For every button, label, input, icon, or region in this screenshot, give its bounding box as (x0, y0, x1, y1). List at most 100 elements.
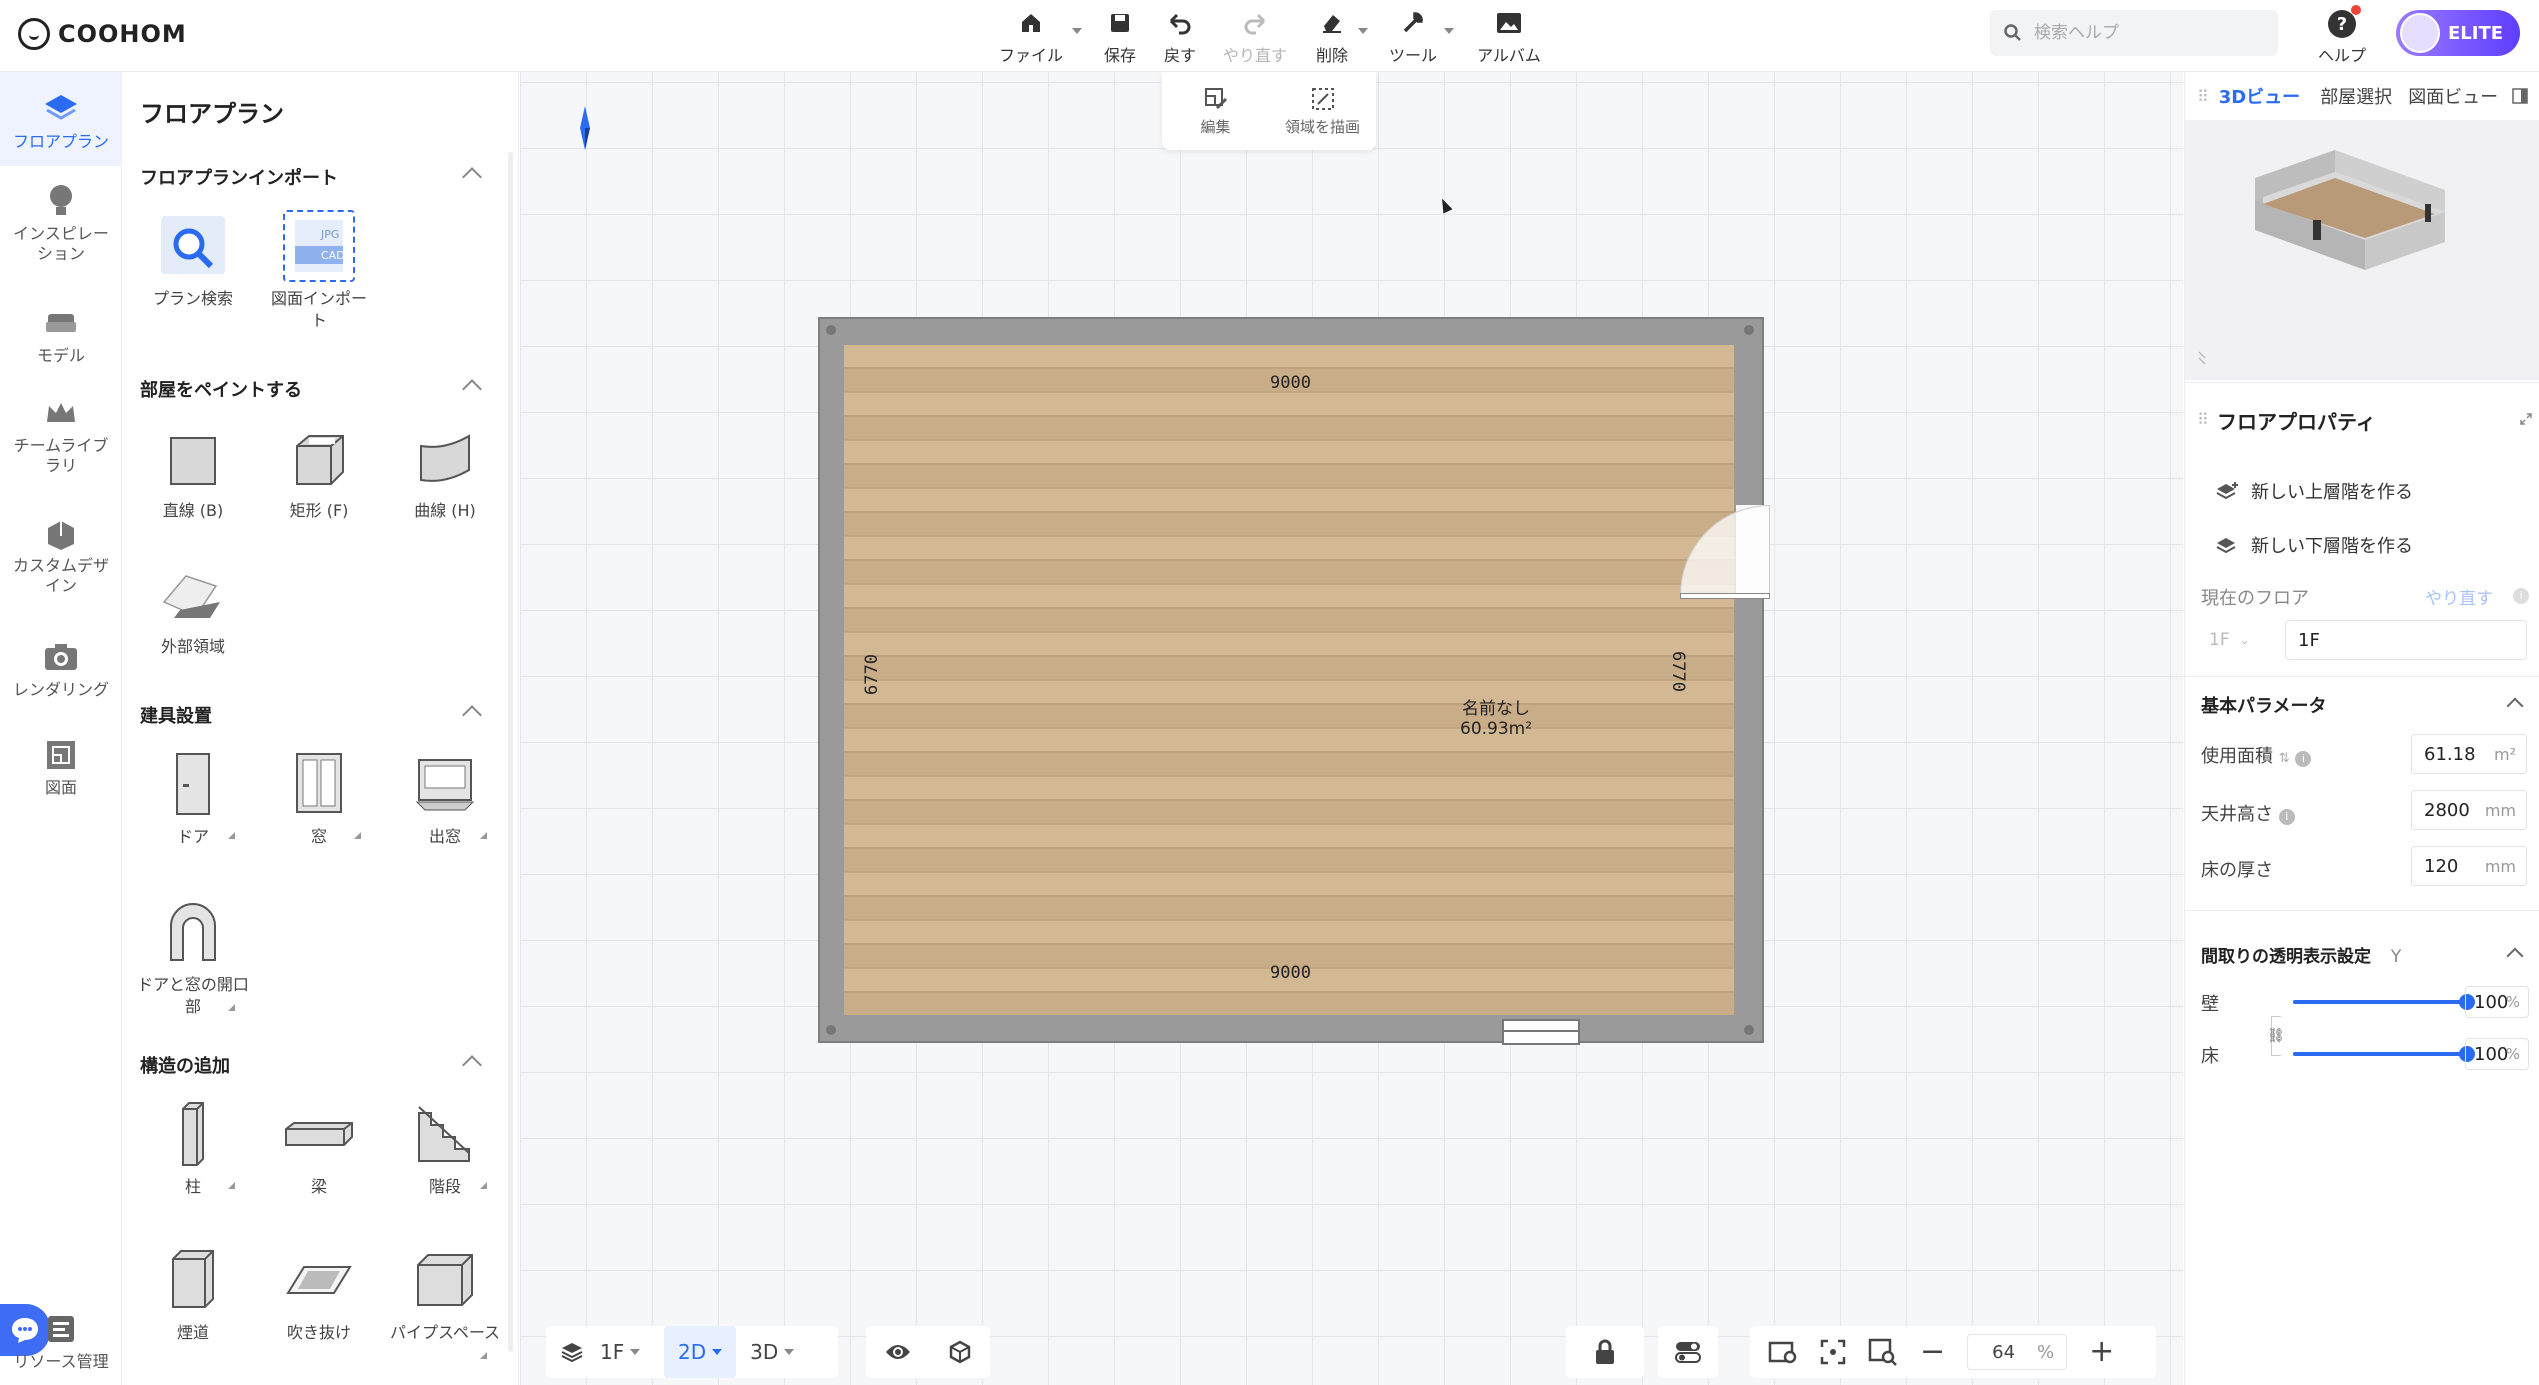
outdoor-area-item[interactable]: 外部領域 (133, 558, 253, 658)
tools-label: ツール (1388, 46, 1437, 65)
room-floor[interactable] (844, 345, 1734, 1015)
collapse-chevron-icon[interactable] (462, 1055, 482, 1075)
wall-transparency-slider[interactable] (2293, 994, 2475, 1010)
stairs-item[interactable]: 階段 (385, 1098, 505, 1198)
wall-corner-handle[interactable] (1744, 1025, 1754, 1035)
drag-handle-icon[interactable]: ⠿ (2197, 410, 2209, 429)
redo-button[interactable]: やり直す (1220, 4, 1290, 66)
flue-item[interactable]: 煙道 (133, 1244, 253, 1344)
wall-corner-handle[interactable] (1744, 325, 1754, 335)
collapse-chevron-icon[interactable] (2506, 697, 2524, 715)
bay-window-item[interactable]: 出窓 (385, 748, 505, 848)
eye-icon[interactable] (884, 1342, 912, 1362)
file-menu-button[interactable]: ファイル (996, 4, 1082, 66)
new-lower-floor-button[interactable]: 新しい下層階を作る (2215, 532, 2413, 558)
compass-icon[interactable] (580, 106, 590, 150)
album-button[interactable]: アルバム (1474, 4, 1544, 66)
door-item[interactable]: ドア (133, 748, 253, 848)
3d-preview[interactable] (2185, 120, 2539, 380)
chevron-down-icon (1072, 28, 1082, 34)
sidebar-item-custom-design[interactable]: カスタムデザイン (0, 514, 122, 596)
tab-drawing-view[interactable]: 図面ビュー (2408, 83, 2498, 109)
tools-menu-button[interactable]: ツール (1388, 4, 1454, 66)
beam-item[interactable]: 梁 (259, 1098, 379, 1198)
search-input[interactable] (2034, 23, 2254, 43)
view-tabs: ⠿ 3Dビュー 部屋選択 図面ビュー (2185, 72, 2539, 120)
floor-transparency-input[interactable]: 100% (2465, 1038, 2529, 1070)
wall-corner-handle[interactable] (826, 325, 836, 335)
zoom-in-button[interactable]: + (2089, 1337, 2114, 1367)
drag-handle-icon[interactable]: ⠿ (2197, 87, 2209, 106)
divider (2185, 910, 2539, 911)
design-canvas[interactable]: 編集 領域を描画 9000 9000 6770 6770 名前なし 60.93m… (520, 72, 2183, 1385)
window-on-wall[interactable] (1502, 1019, 1580, 1045)
delete-button[interactable]: 削除 (1312, 4, 1368, 66)
mouse-cursor-icon (1437, 196, 1453, 214)
floor-selector[interactable]: 1F (546, 1326, 682, 1378)
draw-rect-room-item[interactable]: 矩形 (F) (259, 422, 379, 522)
wall-transparency-input[interactable]: 100% (2465, 986, 2529, 1018)
view-3d-button[interactable]: 3D (736, 1326, 808, 1378)
current-floor-redo[interactable]: やり直す (2425, 584, 2493, 609)
window-item[interactable]: 窓 (259, 748, 379, 848)
edit-button[interactable]: 編集 (1162, 72, 1269, 150)
zoom-region-icon[interactable] (1868, 1338, 1898, 1366)
draw-line-wall-item[interactable]: 直線 (B) (133, 422, 253, 522)
sidebar-item-drawing[interactable]: 図面 (0, 736, 122, 798)
sidebar-item-model[interactable]: モデル (0, 304, 122, 366)
sidebar-item-team-library[interactable]: チームライブラリ (0, 394, 122, 476)
section-title: 構造の追加 (140, 1056, 230, 1077)
zoom-input[interactable]: 64 % (1967, 1334, 2068, 1370)
room-outline[interactable]: 9000 9000 6770 6770 名前なし 60.93m² (818, 317, 1770, 1045)
sidebar-item-rendering[interactable]: レンダリング (0, 638, 122, 700)
catalog-scrollbar[interactable] (508, 152, 513, 1352)
save-button[interactable]: 保存 (1100, 4, 1140, 66)
pipe-space-item[interactable]: パイプスペース (385, 1244, 505, 1359)
straight-wall-icon (157, 422, 229, 494)
more-variants-icon (354, 832, 361, 839)
collapse-chevron-icon[interactable] (462, 705, 482, 725)
view-settings-icon[interactable] (1768, 1339, 1798, 1365)
tab-room-select[interactable]: 部屋選択 (2320, 83, 2392, 109)
undo-button[interactable]: 戻す (1160, 4, 1200, 66)
zoom-out-button[interactable]: − (1920, 1337, 1945, 1367)
floor-name-input[interactable]: 1F (2285, 620, 2527, 660)
tab-3d-view[interactable]: 3Dビュー (2219, 83, 2300, 109)
collapse-chevron-icon[interactable] (462, 167, 482, 187)
logo[interactable]: COOHOM (18, 14, 187, 54)
floor-code-select[interactable]: 1F ⌄ (2201, 620, 2281, 660)
sidebar-item-resource-management[interactable]: リソース管理 (0, 1310, 122, 1372)
dimension-right: 6770 (1668, 651, 1688, 692)
sidebar-item-inspiration[interactable]: インスピレーション (0, 182, 122, 264)
collapse-panel-icon[interactable] (2512, 88, 2528, 104)
lock-button[interactable] (1566, 1326, 1644, 1378)
sidebar-item-floorplan[interactable]: フロアプラン (0, 72, 122, 166)
wall-corner-handle[interactable] (826, 1025, 836, 1035)
drawing-import-item[interactable]: JPG CAD 図面インポート (259, 210, 379, 332)
usable-area-label: 使用面積 ⇅ i (2201, 742, 2312, 768)
link-icon[interactable]: ⛓ (2267, 1028, 2285, 1044)
user-avatar-badge[interactable]: ELITE (2396, 10, 2520, 56)
door-leaf[interactable] (1680, 593, 1770, 599)
help-search[interactable] (1990, 10, 2278, 56)
view-2d-button[interactable]: 2D (664, 1326, 737, 1378)
column-item[interactable]: 柱 (133, 1098, 253, 1198)
draw-curve-wall-item[interactable]: 曲線 (H) (385, 422, 505, 522)
collapse-chevron-icon[interactable] (462, 379, 482, 399)
draw-area-button[interactable]: 領域を描画 (1269, 72, 1376, 150)
ceiling-height-input[interactable]: 2800 mm (2411, 790, 2527, 830)
help-button[interactable]: ? ヘルプ (2312, 4, 2372, 66)
new-upper-floor-button[interactable]: 新しい上層階を作る (2215, 478, 2413, 504)
fit-screen-icon[interactable] (1820, 1339, 1846, 1365)
cube-view-icon[interactable] (947, 1339, 973, 1365)
settings-toggle-button[interactable] (1658, 1326, 1718, 1378)
plan-search-item[interactable]: プラン検索 (133, 210, 253, 310)
opening-item[interactable]: ドアと窓の開口部 (133, 896, 253, 1018)
void-item[interactable]: 吹き抜け (259, 1244, 379, 1344)
floor-transparency-slider[interactable] (2293, 1046, 2475, 1062)
usable-area-input[interactable]: 61.18 m² (2411, 734, 2527, 774)
floor-thickness-input[interactable]: 120 mm (2411, 846, 2527, 886)
expand-icon[interactable] (2519, 412, 2533, 426)
collapse-chevron-icon[interactable] (2506, 947, 2524, 965)
room-label[interactable]: 名前なし 60.93m² (1460, 699, 1532, 739)
